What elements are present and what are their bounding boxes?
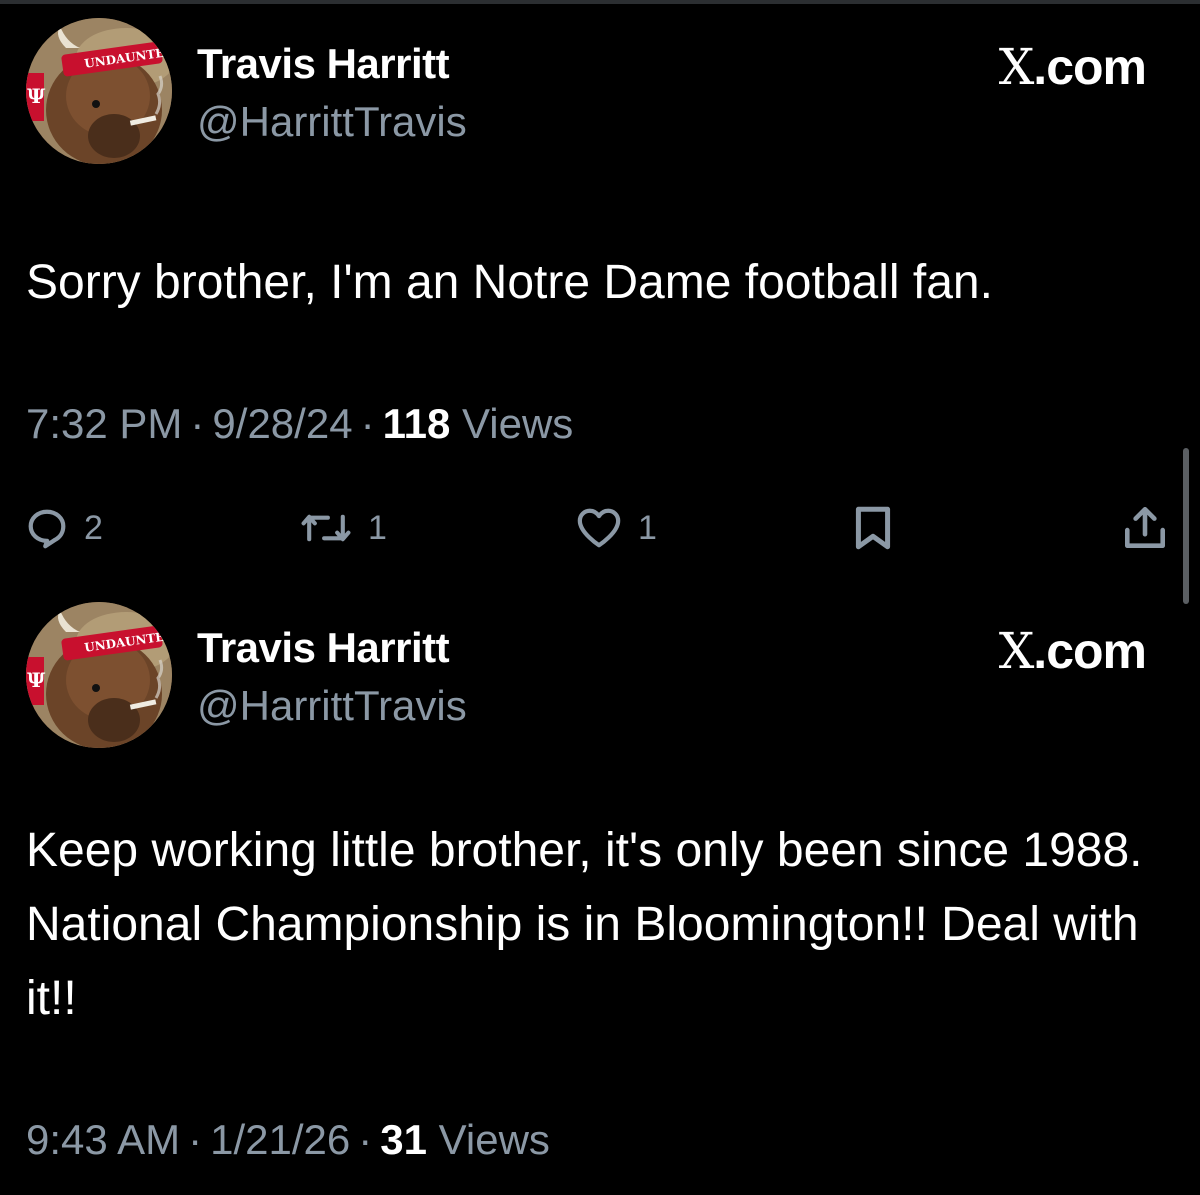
avatar[interactable]: UNDAUNTED Ψ <box>26 18 172 164</box>
repost-count: 1 <box>368 508 387 547</box>
brand-label: X.com <box>998 38 1147 96</box>
brand-label: X.com <box>998 622 1147 680</box>
separator-dot: · <box>190 400 205 447</box>
tweet-meta: 9:43 AM · 1/21/26 · 31 Views <box>26 1116 550 1164</box>
brand-domain: .com <box>1033 623 1147 679</box>
action-bar: 2 1 1 <box>0 498 1200 558</box>
views-count: 118 <box>382 400 451 447</box>
share-button[interactable] <box>1120 498 1170 558</box>
tweet-text: Keep working little brother, it's only b… <box>26 824 1143 1025</box>
separator-dot: · <box>360 400 375 447</box>
author-handle[interactable]: @HarrittTravis <box>197 98 467 146</box>
tweet-time[interactable]: 7:32 PM <box>26 400 182 447</box>
avatar[interactable]: UNDAUNTED Ψ <box>26 602 172 748</box>
svg-text:Ψ: Ψ <box>27 668 46 692</box>
views-label: Views <box>462 400 574 447</box>
like-button[interactable]: 1 <box>574 498 657 558</box>
bison-avatar-image: UNDAUNTED Ψ <box>26 18 172 164</box>
author-name[interactable]: Travis Harritt <box>197 624 450 672</box>
tweet-text: Sorry brother, I'm an Notre Dame footbal… <box>26 256 993 309</box>
separator-dot: · <box>188 1116 203 1163</box>
svg-text:Ψ: Ψ <box>27 84 46 108</box>
share-icon <box>1125 506 1165 548</box>
tweet-date[interactable]: 9/28/24 <box>212 400 352 447</box>
bookmark-button[interactable] <box>848 498 898 558</box>
bison-avatar-image: UNDAUNTED Ψ <box>26 602 172 748</box>
like-count: 1 <box>638 508 657 547</box>
brand-domain: .com <box>1033 39 1147 95</box>
heart-icon <box>577 508 621 548</box>
x-logo-icon: X <box>998 38 1035 96</box>
scrollbar[interactable] <box>1183 448 1189 604</box>
reply-button[interactable]: 2 <box>24 498 103 558</box>
tweet-meta: 7:32 PM · 9/28/24 · 118 Views <box>26 400 573 448</box>
reply-count: 2 <box>84 508 103 547</box>
author-name[interactable]: Travis Harritt <box>197 40 450 88</box>
views-label: Views <box>438 1116 550 1163</box>
repost-icon <box>301 514 351 542</box>
separator-dot: · <box>358 1116 373 1163</box>
tweet-card[interactable]: UNDAUNTED Ψ Travis Harritt @HarrittTravi… <box>0 18 1200 588</box>
views-count: 31 <box>380 1116 427 1163</box>
tweet-date[interactable]: 1/21/26 <box>210 1116 350 1163</box>
top-divider <box>0 0 1200 4</box>
bookmark-icon <box>855 506 891 550</box>
reply-icon <box>28 509 66 549</box>
x-logo-icon: X <box>998 622 1035 680</box>
repost-button[interactable]: 1 <box>298 498 387 558</box>
author-handle[interactable]: @HarrittTravis <box>197 682 467 730</box>
tweet-card[interactable]: UNDAUNTED Ψ Travis Harritt @HarrittTravi… <box>0 602 1200 1195</box>
tweet-time[interactable]: 9:43 AM <box>26 1116 180 1163</box>
